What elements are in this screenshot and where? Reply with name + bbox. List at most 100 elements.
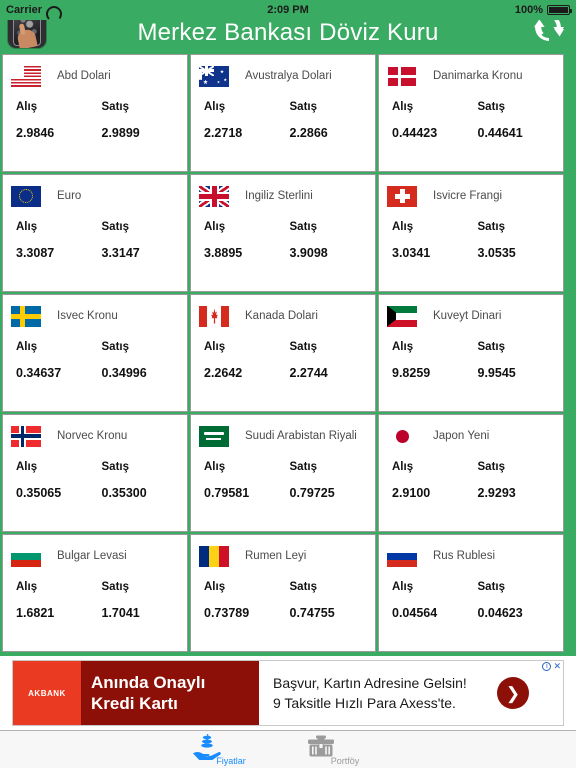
buy-label: Alış (16, 101, 38, 113)
buy-column: Alış 3.0341 (392, 221, 478, 260)
currency-rates: Alış 3.3087 Satış 3.3147 (3, 221, 187, 260)
currency-card[interactable]: Abd Dolari Alış 2.9846 Satış 2.9899 (2, 54, 188, 172)
currency-card[interactable]: Ingiliz Sterlini Alış 3.8895 Satış 3.9098 (190, 174, 376, 292)
ad-body: Başvur, Kartın Adresine Gelsin! 9 Taksit… (259, 661, 563, 725)
currency-card-header: Avustralya Dolari (191, 55, 375, 91)
currency-name: Rumen Leyi (245, 550, 307, 562)
ad-cta-button[interactable]: ❯ (497, 677, 529, 709)
buy-label: Alış (16, 461, 38, 473)
flag-kw-icon (387, 305, 417, 327)
sell-column: Satış 3.0535 (478, 221, 564, 260)
buy-column: Alış 0.34637 (16, 341, 102, 380)
sell-column: Satış 3.9098 (290, 221, 376, 260)
currency-card[interactable]: Rus Rublesi Alış 0.04564 Satış 0.04623 (378, 534, 564, 652)
buy-column: Alış 2.9100 (392, 461, 478, 500)
currency-rates: Alış 3.8895 Satış 3.9098 (191, 221, 375, 260)
sell-column: Satış 3.3147 (102, 221, 188, 260)
buy-column: Alış 2.9846 (16, 101, 102, 140)
sell-column: Satış 0.44641 (478, 101, 564, 140)
currency-name: Norvec Kronu (57, 430, 128, 442)
ad-banner-container: AKBANK Anında Onaylı Kredi Kartı Başvur,… (0, 656, 576, 730)
close-icon[interactable]: ✕ (553, 662, 561, 671)
currency-card[interactable]: Norvec Kronu Alış 0.35065 Satış 0.35300 (2, 414, 188, 532)
sell-value: 3.9098 (289, 246, 328, 260)
buy-value: 2.9846 (16, 126, 55, 140)
sell-label: Satış (289, 341, 318, 353)
currency-grid[interactable]: Abd Dolari Alış 2.9846 Satış 2.9899 Avustraly… (0, 52, 576, 656)
tab-portfoy[interactable]: Portföy (306, 734, 384, 766)
currency-card[interactable]: Suudi Arabistan Riyali Alış 0.79581 Satış 0.… (190, 414, 376, 532)
ad-banner[interactable]: AKBANK Anında Onaylı Kredi Kartı Başvur,… (12, 660, 564, 726)
buy-label: Alış (392, 101, 414, 113)
sell-value: 0.34996 (101, 366, 147, 380)
sell-value: 2.9899 (101, 126, 140, 140)
buy-column: Alış 2.2718 (204, 101, 290, 140)
currency-card-header: Euro (3, 175, 187, 211)
sell-value: 3.0535 (477, 246, 516, 260)
currency-card[interactable]: Kuveyt Dinari Alış 9.8259 Satış 9.9545 (378, 294, 564, 412)
status-bar-left: Carrier (0, 4, 160, 16)
flag-sa-icon (199, 425, 229, 447)
app-root: Merkez Bankası Döviz Kuru Carrier 2:09 P… (0, 0, 576, 768)
sell-label: Satış (289, 461, 318, 473)
flag-gb-icon (199, 185, 229, 207)
currency-card[interactable]: Bulgar Levasi Alış 1.6821 Satış 1.7041 (2, 534, 188, 652)
flag-jp-icon (387, 425, 417, 447)
buy-value: 2.2718 (204, 126, 243, 140)
battery-full-icon (547, 5, 572, 15)
buy-column: Alış 0.44423 (392, 101, 478, 140)
currency-card[interactable]: Kanada Dolari Alış 2.2642 Satış 2.2744 (190, 294, 376, 412)
currency-card-header: Ingiliz Sterlini (191, 175, 375, 211)
ad-info-icon[interactable]: i (542, 662, 552, 671)
buy-column: Alış 0.35065 (16, 461, 102, 500)
sell-label: Satış (289, 221, 318, 233)
buy-column: Alış 3.8895 (204, 221, 290, 260)
currency-name: Ingiliz Sterlini (245, 190, 313, 202)
ad-advertiser-logo[interactable]: AKBANK (13, 661, 81, 725)
sell-column: Satış 0.04623 (478, 581, 564, 620)
status-bar-time: 2:09 PM (267, 4, 309, 16)
flag-eu-icon (11, 185, 41, 207)
currency-rates: Alış 0.44423 Satış 0.44641 (379, 101, 563, 140)
sell-column: Satış 9.9545 (478, 341, 564, 380)
currency-card[interactable]: Japon Yeni Alış 2.9100 Satış 2.9293 (378, 414, 564, 532)
buy-label: Alış (204, 101, 226, 113)
flag-se-icon (11, 305, 41, 327)
buy-column: Alış 3.3087 (16, 221, 102, 260)
currency-name: Abd Dolari (57, 70, 111, 82)
sell-label: Satış (289, 581, 318, 593)
ad-copy: Başvur, Kartın Adresine Gelsin! 9 Taksit… (273, 673, 467, 713)
currency-card[interactable]: Rumen Leyi Alış 0.73789 Satış 0.74755 (190, 534, 376, 652)
buy-column: Alış 0.04564 (392, 581, 478, 620)
buy-value: 0.73789 (204, 606, 250, 620)
carrier-label: Carrier (6, 4, 43, 16)
buy-value: 3.0341 (392, 246, 431, 260)
currency-rates: Alış 0.04564 Satış 0.04623 (379, 581, 563, 620)
sell-column: Satış 0.34996 (102, 341, 188, 380)
buy-value: 3.3087 (16, 246, 55, 260)
currency-card[interactable]: Avustralya Dolari Alış 2.2718 Satış 2.2866 (190, 54, 376, 172)
buy-label: Alış (16, 221, 38, 233)
currency-card[interactable]: Isvicre Frangi Alış 3.0341 Satış 3.0535 (378, 174, 564, 292)
tab-fiyatlar[interactable]: Fiyatlar (192, 733, 270, 766)
ad-badges: i ✕ (542, 662, 561, 671)
buy-label: Alış (204, 221, 226, 233)
sell-label: Satış (101, 341, 130, 353)
sell-column: Satış 0.79725 (290, 461, 376, 500)
sell-column: Satış 1.7041 (102, 581, 188, 620)
chevron-right-icon: ❯ (505, 683, 521, 703)
sell-label: Satış (477, 101, 506, 113)
sell-column: Satış 2.9899 (102, 101, 188, 140)
buy-label: Alış (392, 341, 414, 353)
currency-rates: Alış 2.9100 Satış 2.9293 (379, 461, 563, 500)
currency-card-header: Rus Rublesi (379, 535, 563, 571)
sell-column: Satış 0.74755 (290, 581, 376, 620)
currency-card[interactable]: Danimarka Kronu Alış 0.44423 Satış 0.44641 (378, 54, 564, 172)
tab-bar: Fiyatlar Portföy (0, 730, 576, 768)
currency-card[interactable]: Isvec Kronu Alış 0.34637 Satış 0.34996 (2, 294, 188, 412)
currency-card[interactable]: Euro Alış 3.3087 Satış 3.3147 (2, 174, 188, 292)
status-bar: Carrier 2:09 PM 100% (0, 0, 576, 20)
currency-name: Japon Yeni (433, 430, 490, 442)
sell-column: Satış 0.35300 (102, 461, 188, 500)
currency-name: Isvicre Frangi (433, 190, 503, 202)
